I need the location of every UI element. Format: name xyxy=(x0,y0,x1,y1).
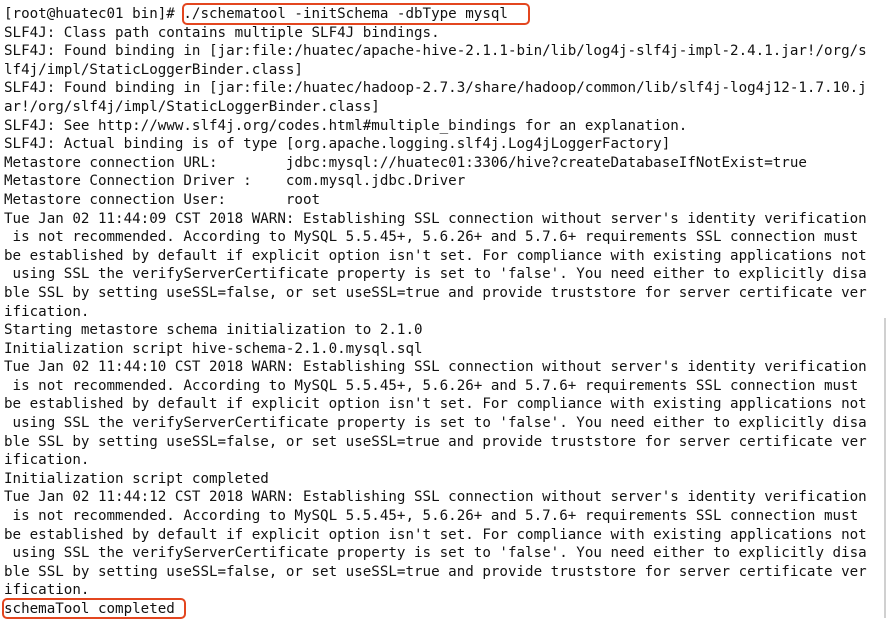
output-line: Tue Jan 02 11:44:10 CST 2018 WARN: Estab… xyxy=(4,359,867,376)
output-line: ification. xyxy=(4,303,90,320)
output-line: SLF4J: See http://www.slf4j.org/codes.ht… xyxy=(4,117,688,134)
output-line: ble SSL by setting useSSL=false, or set … xyxy=(4,433,867,450)
output-line: using SSL the verifyServerCertificate pr… xyxy=(4,266,867,283)
shell-prompt: [root@huatec01 bin]# xyxy=(4,6,184,22)
output-line: is not recommended. According to MySQL 5… xyxy=(4,508,859,525)
output-line: SLF4J: Found binding in [jar:file:/huate… xyxy=(4,43,867,60)
output-line: Metastore connection URL: jdbc:mysql://h… xyxy=(4,154,807,171)
output-line: be established by default if explicit op… xyxy=(4,526,867,543)
output-line: Tue Jan 02 11:44:12 CST 2018 WARN: Estab… xyxy=(4,489,867,506)
output-line: Starting metastore schema initialization… xyxy=(4,322,423,339)
output-line: Initialization script hive-schema-2.1.0.… xyxy=(4,340,423,357)
completed-highlight-box xyxy=(2,598,186,619)
output-line: using SSL the verifyServerCertificate pr… xyxy=(4,415,867,432)
output-line: SLF4J: Actual binding is of type [org.ap… xyxy=(4,136,671,153)
output-line: be established by default if explicit op… xyxy=(4,396,867,413)
command-highlight-box xyxy=(182,3,530,25)
terminal-output: SLF4J: Class path contains multiple SLF4… xyxy=(0,24,886,600)
output-line: Tue Jan 02 11:44:09 CST 2018 WARN: Estab… xyxy=(4,210,867,227)
output-line: ble SSL by setting useSSL=false, or set … xyxy=(4,563,867,580)
output-line: be established by default if explicit op… xyxy=(4,247,867,264)
output-line: ble SSL by setting useSSL=false, or set … xyxy=(4,284,867,301)
output-line: lf4j/impl/StaticLoggerBinder.class] xyxy=(4,61,303,78)
output-line: Metastore connection User: root xyxy=(4,191,321,208)
terminal-window[interactable]: [root@huatec01 bin]# ./schematool -initS… xyxy=(0,0,886,622)
output-line: Initialization script completed xyxy=(4,470,269,487)
output-line: using SSL the verifyServerCertificate pr… xyxy=(4,545,867,562)
output-line: is not recommended. According to MySQL 5… xyxy=(4,377,859,394)
output-line: ification. xyxy=(4,452,90,469)
output-line: is not recommended. According to MySQL 5… xyxy=(4,229,859,246)
output-line: SLF4J: Found binding in [jar:file:/huate… xyxy=(4,80,867,97)
output-line: Metastore Connection Driver : com.mysql.… xyxy=(4,173,466,190)
output-line: SLF4J: Class path contains multiple SLF4… xyxy=(4,24,440,41)
output-line: ar!/org/slf4j/impl/StaticLoggerBinder.cl… xyxy=(4,98,380,115)
